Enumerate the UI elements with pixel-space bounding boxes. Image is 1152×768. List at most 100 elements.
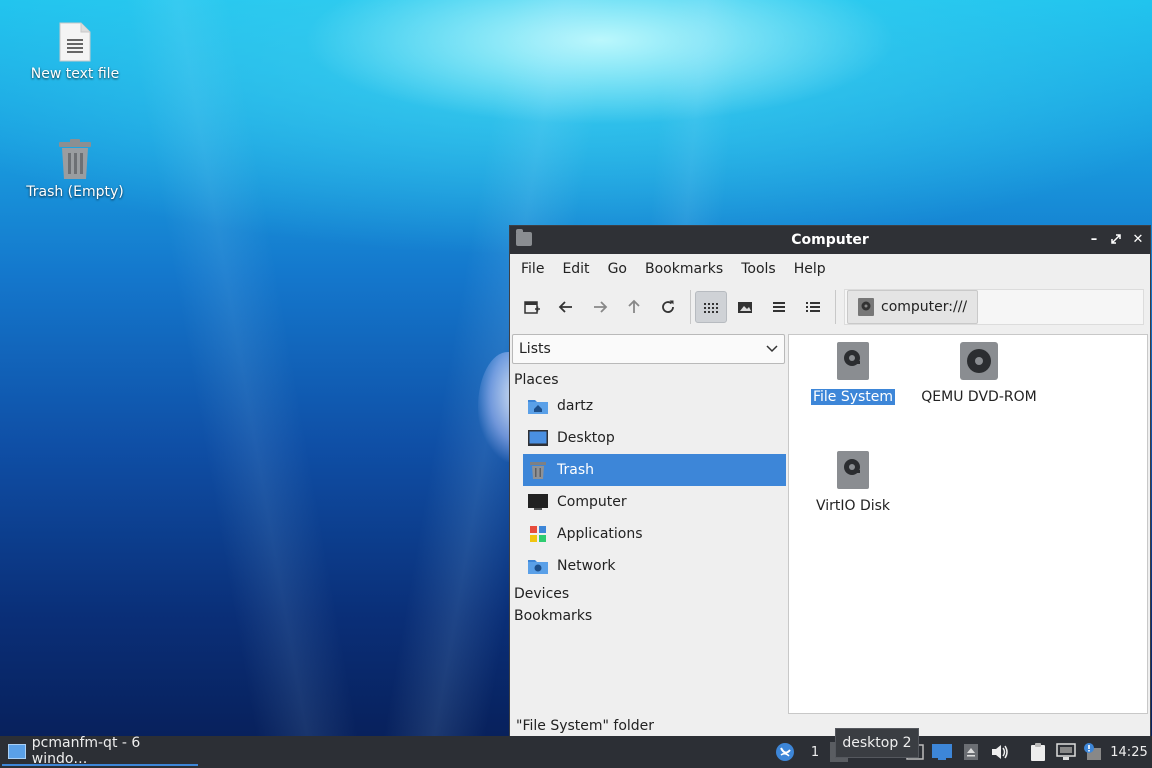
reload-icon [662, 300, 674, 313]
status-bar: "File System" folder [516, 718, 655, 734]
thumbnail-view-button[interactable] [729, 291, 761, 323]
sidebar-item-label: Desktop [557, 430, 615, 446]
drive-icon [858, 298, 874, 316]
up-button[interactable] [618, 291, 650, 323]
file-item-label: QEMU DVD-ROM [921, 389, 1037, 405]
back-button[interactable] [550, 291, 582, 323]
window-controls: – ✕ [1086, 230, 1146, 248]
sidebar-item-label: Applications [557, 526, 643, 542]
detailed-list-icon [806, 302, 820, 312]
path-button-computer[interactable]: computer:/// [847, 290, 979, 324]
sidebar-item-network[interactable]: Network [523, 550, 786, 582]
desktop-switch-1[interactable]: 1 [806, 736, 824, 768]
tray-desktop-button[interactable] [930, 736, 954, 768]
close-icon[interactable]: ✕ [1130, 230, 1146, 248]
clipboard-button[interactable] [1026, 736, 1050, 768]
network-folder-icon [527, 555, 549, 577]
places-header[interactable]: Places [511, 368, 786, 390]
file-item-label: VirtIO Disk [815, 498, 891, 514]
sidebar-item-computer[interactable]: Computer [523, 486, 786, 518]
network-tray-button[interactable] [1054, 736, 1078, 768]
reload-button[interactable] [652, 291, 684, 323]
computer-icon [527, 491, 549, 513]
content-area: Lists Places dartz Desktop Trash Compute… [510, 332, 1150, 714]
window-icon [8, 743, 26, 759]
path-bar: computer:/// [844, 289, 1144, 325]
eject-button[interactable] [960, 736, 982, 768]
detail-view-button[interactable] [797, 291, 829, 323]
sidebar-item-label: Network [557, 558, 616, 574]
trash-icon [59, 139, 91, 179]
desktop-icon-trash[interactable]: Trash (Empty) [20, 138, 130, 200]
desktop-icon-label: Trash (Empty) [26, 184, 124, 200]
menu-tools[interactable]: Help [787, 261, 833, 277]
file-item-file-system[interactable]: File System [789, 341, 917, 405]
grid-icon [704, 303, 718, 313]
sidebar-item-label: Computer [557, 494, 627, 510]
sidebar-item-applications[interactable]: Applications [523, 518, 786, 550]
sidebar-mode-value: Lists [519, 341, 551, 357]
arrow-right-icon [594, 301, 608, 313]
drive-icon [837, 451, 869, 489]
home-folder-icon [527, 395, 549, 417]
taskbar-window-button[interactable]: pcmanfm-qt - 6 windo… [2, 735, 198, 767]
arrow-left-icon [558, 301, 572, 313]
file-manager-window: Computer – ✕ File Edit Go Bookmarks Tool… [509, 225, 1151, 737]
menu-file[interactable]: File [514, 261, 551, 277]
icon-view-button[interactable] [695, 291, 727, 323]
new-tab-button[interactable] [516, 291, 548, 323]
notification-icon [1084, 743, 1101, 760]
sidebar-item-label: Trash [557, 462, 594, 478]
network-icon [1056, 743, 1076, 760]
sidebar-item-dartz[interactable]: dartz [523, 390, 786, 422]
file-view: File System QEMU DVD-ROM VirtIO Disk [788, 334, 1148, 714]
taskbar-window-label: pcmanfm-qt - 6 windo… [31, 735, 141, 767]
taskbar: pcmanfm-qt - 6 windo… 1 14:25 [0, 735, 1152, 768]
desktop-icon-new-text-file[interactable]: New text file [20, 22, 130, 82]
maximize-icon[interactable] [1108, 230, 1124, 248]
menubar: File Edit Go Bookmarks Tools Help [510, 254, 1150, 284]
folder-icon [516, 229, 532, 246]
forward-button[interactable] [584, 291, 616, 323]
path-text: computer:/// [881, 299, 968, 315]
menu-bookmarks[interactable]: Tools [734, 261, 783, 277]
file-item-qemu-dvd-rom[interactable]: QEMU DVD-ROM [915, 341, 1043, 405]
lxqt-logo-icon [776, 743, 794, 761]
toolbar: computer:/// [510, 284, 1150, 330]
app-menu-button[interactable] [772, 736, 798, 768]
window-title: Computer [791, 232, 869, 248]
menu-go[interactable]: Bookmarks [638, 261, 730, 277]
list-icon [773, 302, 785, 312]
sidebar-mode-select[interactable]: Lists [512, 334, 785, 364]
desktop-icon [527, 427, 549, 449]
menu-edit[interactable]: Edit [555, 261, 596, 277]
desktop-icon-label: New text file [30, 66, 120, 82]
drive-icon [837, 342, 869, 380]
sidebar-item-trash[interactable]: Trash [523, 454, 786, 486]
arrow-up-icon [628, 299, 640, 313]
trash-icon [527, 459, 549, 481]
desktop-tooltip: desktop 2 [835, 728, 919, 758]
bookmarks-header[interactable]: Bookmarks [511, 604, 786, 626]
sidebar: Lists Places dartz Desktop Trash Compute… [511, 334, 786, 714]
applications-icon [527, 523, 549, 545]
chevron-down-icon [766, 345, 778, 353]
toolbar-separator [690, 290, 691, 324]
screen-icon [932, 744, 952, 760]
devices-header[interactable]: Devices [511, 582, 786, 604]
window-titlebar[interactable]: Computer – ✕ [510, 226, 1150, 254]
volume-button[interactable] [988, 736, 1012, 768]
menu-view[interactable]: Go [601, 261, 634, 277]
file-item-label: File System [810, 389, 896, 405]
notification-button[interactable] [1080, 736, 1104, 768]
clock[interactable]: 14:25 [1106, 736, 1152, 768]
eject-icon [964, 744, 978, 760]
image-icon [738, 302, 752, 313]
sidebar-item-desktop[interactable]: Desktop [523, 422, 786, 454]
text-file-icon [59, 22, 91, 62]
compact-view-button[interactable] [763, 291, 795, 323]
minimize-icon[interactable]: – [1086, 230, 1102, 248]
sidebar-item-label: dartz [557, 398, 594, 414]
file-item-virtio-disk[interactable]: VirtIO Disk [789, 450, 917, 514]
clipboard-icon [1031, 743, 1045, 761]
